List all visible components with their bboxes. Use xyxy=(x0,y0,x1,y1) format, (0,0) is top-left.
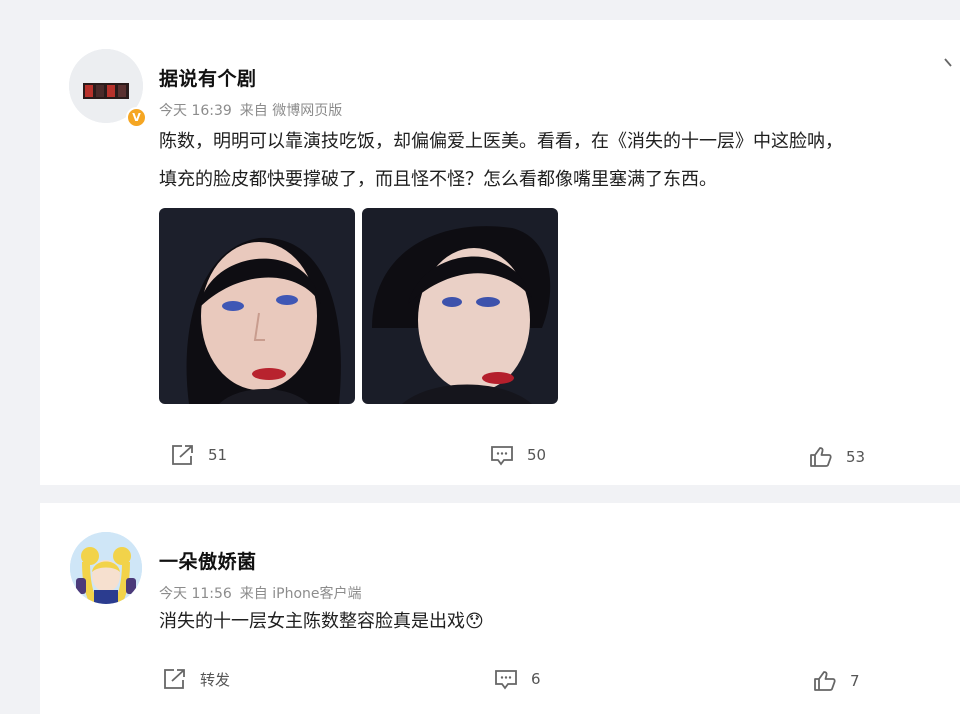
like-count: 53 xyxy=(846,448,866,466)
comment-button[interactable]: 50 xyxy=(489,443,546,467)
repost-button[interactable]: 51 xyxy=(170,443,227,467)
repost-icon xyxy=(164,669,185,689)
like-count: 7 xyxy=(850,672,860,690)
post-text-line: 陈数，明明可以靠演技吃饭，却偏偏爱上医美。看看，在《消失的十一层》中这脸呐， xyxy=(159,131,843,152)
weibo-post-card: V 据说有个剧 今天 16:39 来自 微博网页版 陈数，明明可以靠演技吃饭，却偏… xyxy=(40,20,960,485)
comment-icon xyxy=(495,670,517,690)
like-button[interactable]: 53 xyxy=(808,445,865,469)
comment-count: 6 xyxy=(531,670,541,688)
post-text-line: 消失的十一层女主陈数整容脸真是出戏 xyxy=(159,611,465,632)
username[interactable]: 一朵傲娇菌 xyxy=(159,547,257,574)
post-text: 消失的十一层女主陈数整容脸真是出戏😯 xyxy=(159,606,484,638)
username[interactable]: 据说有个剧 xyxy=(159,64,257,91)
post-text-line: 填充的脸皮都快要撑破了，而且怪不怪？怎么看都像嘴里塞满了东西。 xyxy=(159,169,717,190)
post-image[interactable] xyxy=(159,208,355,404)
like-button[interactable]: 7 xyxy=(812,669,860,693)
post-image[interactable] xyxy=(362,208,558,404)
user-avatar[interactable] xyxy=(70,532,142,604)
post-meta: 今天 11:56 来自 iPhone客户端 xyxy=(159,583,370,603)
post-time[interactable]: 今天 11:56 xyxy=(159,586,232,602)
thumbs-up-icon xyxy=(814,671,836,691)
chevron-down-icon[interactable] xyxy=(942,56,960,70)
post-meta: 今天 16:39 来自 微博网页版 xyxy=(159,100,350,120)
comment-icon xyxy=(491,446,513,466)
post-source: 来自 iPhone客户端 xyxy=(239,586,362,602)
thumbs-up-icon xyxy=(810,447,832,467)
repost-label: 转发 xyxy=(200,670,231,689)
repost-count: 51 xyxy=(208,446,228,464)
comment-count: 50 xyxy=(527,446,547,464)
weibo-post-card: 一朵傲娇菌 今天 11:56 来自 iPhone客户端 消失的十一层女主陈数整容脸… xyxy=(40,503,960,714)
post-time[interactable]: 今天 16:39 xyxy=(159,103,232,119)
comment-button[interactable]: 6 xyxy=(493,667,541,691)
repost-button[interactable]: 转发 xyxy=(162,667,230,691)
surprised-emoji: 😯 xyxy=(465,611,484,632)
repost-icon xyxy=(172,445,193,465)
verified-badge-icon: V xyxy=(126,107,147,128)
post-source: 来自 微博网页版 xyxy=(239,103,343,119)
